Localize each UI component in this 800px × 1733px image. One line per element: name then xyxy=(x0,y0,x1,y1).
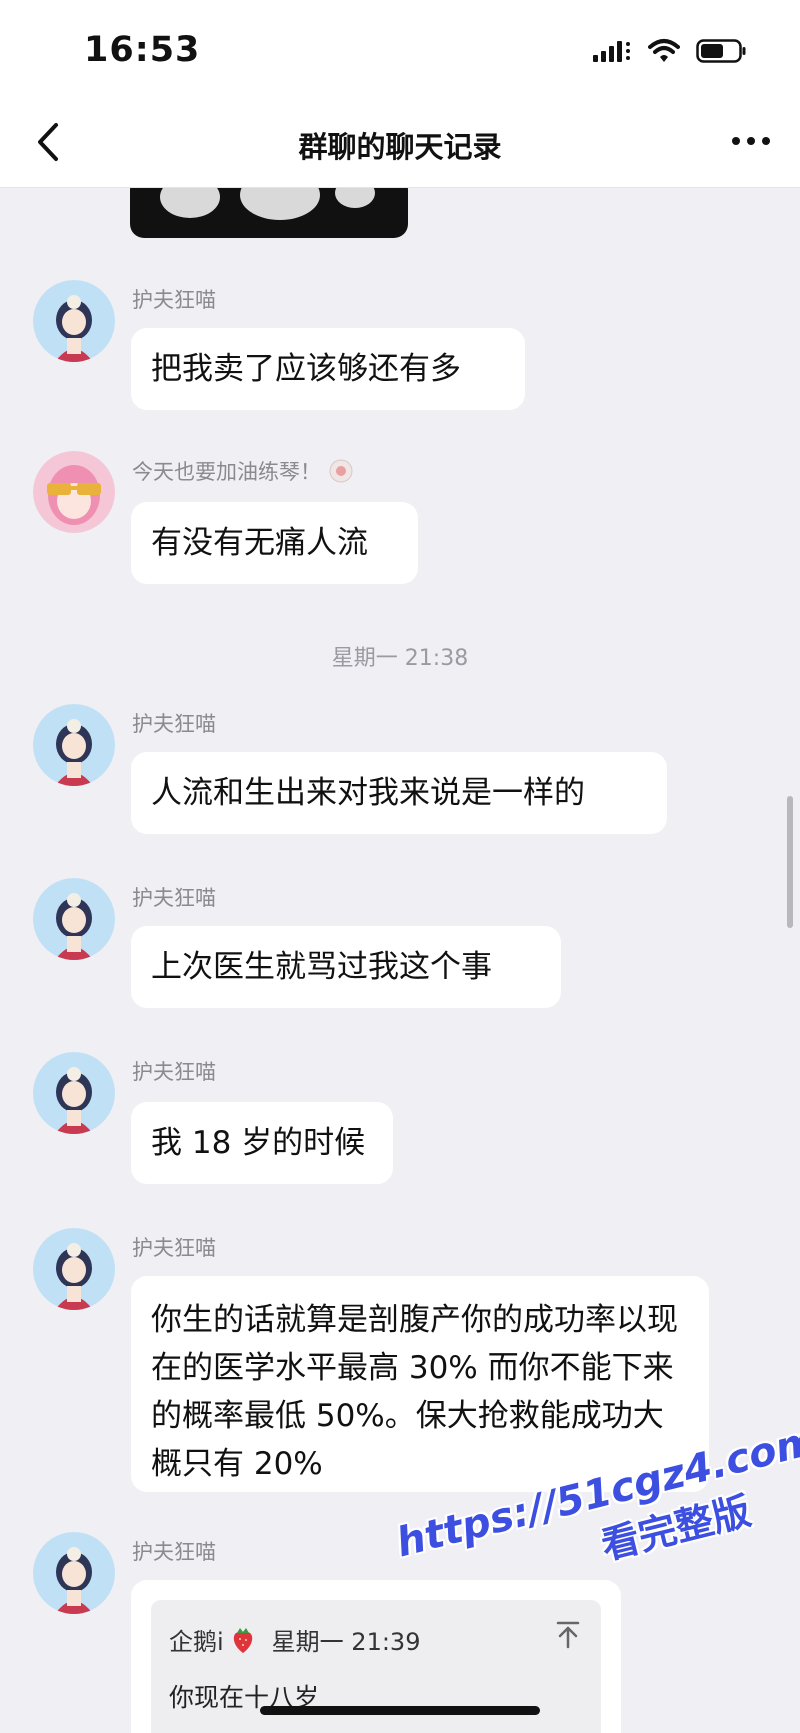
message-bubble[interactable]: 你生的话就算是剖腹产你的成功率以现在的医学水平最高 30% 而你不能下来的概率最… xyxy=(131,1276,709,1492)
timestamp: 星期一 21:38 xyxy=(331,646,469,671)
battery-icon xyxy=(696,39,746,63)
avatar[interactable] xyxy=(33,1052,115,1134)
status-icons xyxy=(592,38,748,64)
avatar[interactable] xyxy=(33,1228,115,1310)
message-bubble[interactable]: 把我卖了应该够还有多 xyxy=(131,328,525,410)
sender-name: 今天也要加油练琴！ xyxy=(132,460,321,484)
pink-hair-avatar-icon xyxy=(33,451,115,533)
avatar[interactable] xyxy=(33,280,115,362)
anime-girl-avatar-icon xyxy=(33,1532,115,1614)
badge-icon xyxy=(329,459,353,483)
avatar[interactable] xyxy=(33,878,115,960)
quote-author: 企鹅i xyxy=(169,1628,224,1656)
avatar[interactable] xyxy=(33,704,115,786)
anime-girl-avatar-icon xyxy=(33,878,115,960)
anime-girl-avatar-icon xyxy=(33,1228,115,1310)
sender-name-row: 今天也要加油练琴！ xyxy=(132,456,353,486)
signal-icon xyxy=(593,41,630,62)
sender-name: 护夫狂喵 xyxy=(132,886,216,910)
avatar[interactable] xyxy=(33,451,115,533)
image-message[interactable] xyxy=(130,188,408,238)
message-bubble[interactable]: 有没有无痛人流 xyxy=(131,502,418,584)
message-bubble[interactable]: 我 18 岁的时候 xyxy=(131,1102,393,1184)
anime-girl-avatar-icon xyxy=(33,280,115,362)
page-title: 群聊的聊天记录 xyxy=(298,130,502,164)
scrollbar[interactable] xyxy=(787,796,793,928)
message-bubble[interactable]: 上次医生就骂过我这个事 xyxy=(131,926,561,1008)
avatar[interactable] xyxy=(33,1532,115,1614)
wifi-icon xyxy=(648,39,680,62)
quote-time: 星期一 21:39 xyxy=(271,1628,421,1656)
more-button[interactable] xyxy=(728,126,774,156)
status-time: 16:53 xyxy=(84,30,201,70)
anime-girl-avatar-icon xyxy=(33,1052,115,1134)
sender-name: 护夫狂喵 xyxy=(132,1060,216,1084)
sender-name: 护夫狂喵 xyxy=(132,1236,216,1260)
home-indicator[interactable] xyxy=(260,1706,540,1715)
strawberry-icon xyxy=(233,1627,252,1653)
sender-name: 护夫狂喵 xyxy=(132,712,216,736)
sender-name: 护夫狂喵 xyxy=(132,1540,216,1564)
anime-girl-avatar-icon xyxy=(33,704,115,786)
nav-bar: 群聊的聊天记录 xyxy=(0,100,800,188)
sender-name: 护夫狂喵 xyxy=(132,288,216,312)
message-bubble[interactable]: 人流和生出来对我来说是一样的 xyxy=(131,752,667,834)
quote-meta: 企鹅i 星期一 21:39 xyxy=(169,1622,420,1657)
status-bar: 16:53 xyxy=(0,0,800,100)
more-dots-icon xyxy=(732,137,770,145)
